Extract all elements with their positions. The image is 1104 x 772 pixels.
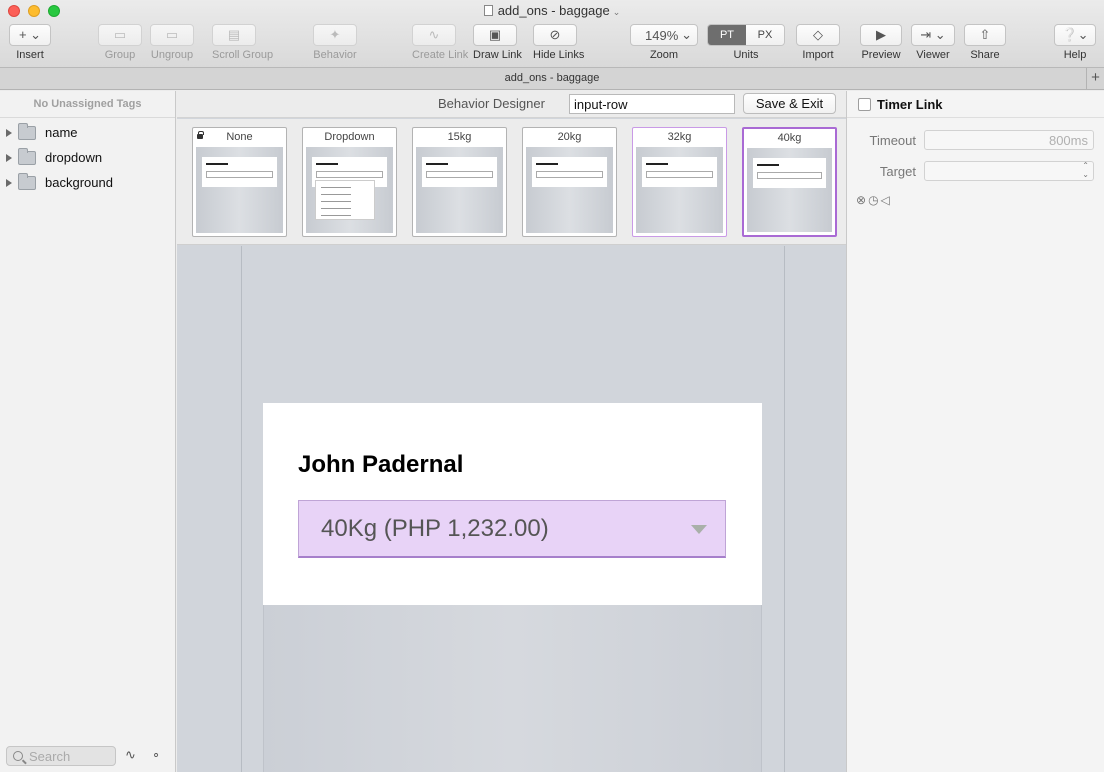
timer-link-checkbox[interactable] — [858, 97, 871, 111]
disclosure-triangle-icon[interactable] — [6, 178, 12, 187]
layers-sidebar: No Unassigned Tags name dropdown backgro… — [0, 91, 176, 772]
scroll-group-button[interactable]: ▤ Scroll Group — [212, 24, 273, 61]
state-card-40kg[interactable]: 40kg — [742, 127, 837, 237]
hide-links-button[interactable]: ⊘ Hide Links — [533, 24, 584, 61]
search-icon — [13, 751, 23, 761]
zoom-control[interactable]: 149% ⌄ Zoom — [630, 24, 698, 61]
title-bar: add_ons - baggage ⌄ + ⌄ Insert ▭ Group ▭ … — [0, 0, 1104, 68]
state-thumbnail — [416, 147, 503, 233]
create-link-button[interactable]: ∿ Create Link — [412, 24, 468, 61]
plus-icon: + ⌄ — [18, 27, 42, 42]
lock-icon — [197, 131, 204, 139]
units-px-button[interactable]: PX — [746, 25, 784, 45]
state-card-dropdown[interactable]: Dropdown — [302, 127, 397, 237]
units-pt-button[interactable]: PT — [708, 25, 746, 45]
import-diamond-icon: ◇ — [813, 27, 823, 42]
play-icon: ▶ — [876, 27, 886, 42]
state-thumbnail — [747, 148, 832, 232]
help-icon: ❔⌄ — [1061, 27, 1089, 42]
timer-trigger-icon[interactable]: ◷ — [868, 193, 880, 207]
save-and-exit-button[interactable]: Save & Exit — [743, 93, 836, 114]
help-button[interactable]: ❔⌄ Help — [1054, 24, 1096, 61]
behavior-designer-bar: Behavior Designer input-row Save & Exit — [177, 91, 846, 118]
open-folder-icon: ▭ — [165, 27, 179, 42]
state-thumbnail — [526, 147, 613, 233]
link-filter-icon[interactable]: ∿ — [125, 747, 136, 763]
insert-button[interactable]: + ⌄ Insert — [9, 24, 51, 61]
canvas-guide-line — [241, 246, 242, 772]
units-control: PT PX Units — [707, 24, 785, 61]
folder-icon — [18, 147, 36, 165]
ungroup-button[interactable]: ▭ Ungroup — [150, 24, 194, 61]
artboard-background — [263, 605, 762, 772]
magic-wand-icon: ✦ — [329, 27, 341, 42]
link-curve-icon: ∿ — [428, 27, 440, 42]
inspector-panel: Timer Link Timeout 800ms Target ⊗◷◁ — [846, 91, 1104, 772]
folder-icon — [18, 122, 36, 140]
tags-header: No Unassigned Tags — [0, 91, 175, 118]
link-trigger-icons: ⊗◷◁ — [856, 193, 892, 207]
share-button[interactable]: ⇧ Share — [964, 24, 1006, 61]
timeout-input[interactable]: 800ms — [924, 130, 1094, 150]
state-card-32kg[interactable]: 32kg — [632, 127, 727, 237]
preview-button[interactable]: ▶ Preview — [860, 24, 902, 61]
scroll-group-icon: ▤ — [227, 27, 241, 42]
chevron-down-icon[interactable]: ⌄ — [613, 7, 621, 17]
tap-trigger-icon[interactable]: ⊗ — [856, 193, 868, 207]
behavior-name-input[interactable]: input-row — [569, 94, 735, 114]
timeout-row: Timeout 800ms — [847, 130, 1104, 152]
state-thumbnail — [306, 147, 393, 233]
folder-icon — [18, 172, 36, 190]
target-row: Target — [847, 161, 1104, 183]
disclosure-triangle-icon[interactable] — [6, 153, 12, 162]
document-icon — [483, 5, 493, 16]
sound-trigger-icon[interactable]: ◁ — [881, 193, 892, 207]
disclosure-triangle-icon[interactable] — [6, 128, 12, 137]
window-title: add_ons - baggage ⌄ — [0, 3, 1104, 18]
state-card-none[interactable]: None — [192, 127, 287, 237]
add-tab-icon[interactable]: + — [1086, 68, 1104, 89]
layer-item-background[interactable]: background — [0, 170, 175, 195]
layer-item-dropdown[interactable]: dropdown — [0, 145, 175, 170]
document-tab[interactable]: add_ons - baggage — [505, 72, 600, 84]
folder-icon: ▭ — [113, 27, 127, 42]
viewer-button[interactable]: ⇥ ⌄ Viewer — [911, 24, 955, 61]
import-button[interactable]: ◇ Import — [796, 24, 840, 61]
canvas-guide-line — [784, 246, 785, 772]
state-card-15kg[interactable]: 15kg — [412, 127, 507, 237]
artboard-input-row[interactable]: John Padernal 40Kg (PHP 1,232.00) — [263, 403, 762, 605]
behavior-states-strip: None Dropdown 15kg 20kg 32kg 40kg — [177, 119, 846, 245]
draw-link-button[interactable]: ▣ Draw Link — [473, 24, 522, 61]
state-card-20kg[interactable]: 20kg — [522, 127, 617, 237]
behavior-button[interactable]: ✦ Behavior — [313, 24, 357, 61]
chevron-down-icon: ⌄ — [681, 27, 692, 42]
layer-search-input[interactable]: Search — [6, 746, 116, 766]
passenger-name[interactable]: John Padernal — [298, 451, 463, 479]
dropdown-caret-icon — [691, 525, 707, 534]
layer-item-name[interactable]: name — [0, 120, 175, 145]
timer-link-header: Timer Link — [847, 91, 1104, 118]
target-select[interactable] — [924, 161, 1094, 181]
state-thumbnail — [196, 147, 283, 233]
document-tab-bar: add_ons - baggage + — [0, 68, 1104, 90]
hidden-eye-icon: ⊘ — [549, 27, 561, 42]
baggage-dropdown[interactable]: 40Kg (PHP 1,232.00) — [298, 500, 726, 558]
share-icon: ⇧ — [979, 27, 991, 42]
draw-link-icon: ▣ — [488, 27, 502, 42]
group-button[interactable]: ▭ Group — [98, 24, 142, 61]
canvas-area: Behavior Designer input-row Save & Exit … — [177, 91, 846, 772]
toggle-filter-icon[interactable]: ∘ — [152, 747, 160, 763]
baggage-dropdown-value: 40Kg (PHP 1,232.00) — [321, 515, 549, 542]
state-thumbnail — [636, 147, 723, 233]
viewer-icon: ⇥ ⌄ — [920, 27, 946, 42]
